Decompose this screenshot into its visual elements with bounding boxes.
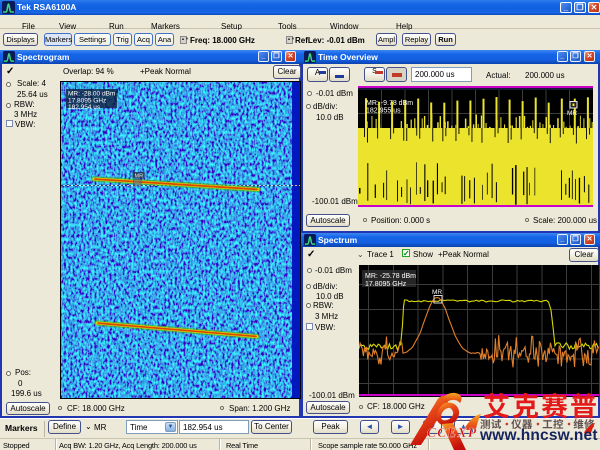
svg-text:MR: -9.78 dBm: MR: -9.78 dBm [366, 100, 413, 107]
svg-text:MR: MR [432, 289, 442, 296]
svg-text:17.8095 GHz: 17.8095 GHz [365, 281, 407, 288]
svg-text:MR: MR [567, 110, 577, 117]
svg-text:CCEXP: CCEXP [427, 425, 477, 440]
svg-text:182.955 us: 182.955 us [366, 108, 401, 115]
svg-text:MR: -25.78 dBm: MR: -25.78 dBm [365, 273, 416, 280]
svg-text:182.954 us: 182.954 us [68, 104, 101, 111]
svg-text:MR: MR [135, 173, 144, 179]
